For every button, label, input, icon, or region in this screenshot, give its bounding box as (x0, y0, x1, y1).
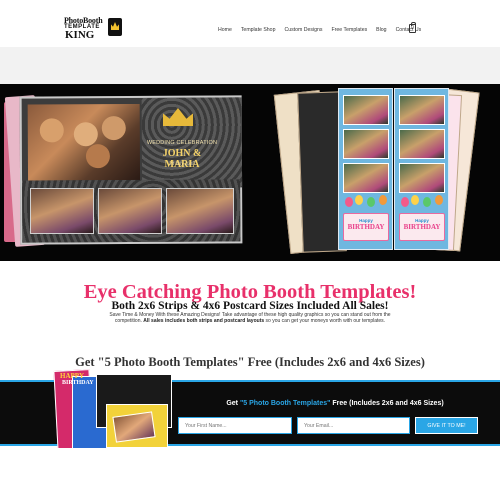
promo-happy: HAPPY (60, 372, 85, 380)
header-spacer (0, 47, 500, 84)
birthday-card: Happy BIRTHDAY (343, 213, 389, 241)
birthday-strip: Happy BIRTHDAY (394, 88, 449, 250)
optin-title-highlight: "5 Photo Booth Templates" (239, 400, 331, 407)
site-header: PhotoBooth TEMPLATE KING Home Template S… (0, 0, 500, 47)
crown-logo-icon (108, 18, 122, 36)
balloon-icon (423, 197, 431, 207)
strip-photo (343, 129, 389, 159)
strip-photo (343, 163, 389, 193)
submit-button[interactable]: GIVE IT TO ME! (415, 417, 478, 434)
balloon-icon (401, 197, 409, 207)
postcard-photo (30, 188, 94, 234)
page-footer-space (0, 448, 500, 500)
first-name-input[interactable] (178, 417, 292, 434)
postcard-event: WEDDING CELEBRATION (146, 140, 218, 146)
optin-title-post: Free (Includes 2x6 and 4x6 Sizes) (330, 400, 444, 407)
cart-icon[interactable]: 0 (409, 22, 416, 33)
sub-headline: Both 2x6 Strips & 4x6 Postcard Sizes Inc… (111, 300, 389, 312)
balloon-icon (379, 195, 387, 205)
balloon-icon (367, 197, 375, 207)
nav-item-template-shop[interactable]: Template Shop (241, 27, 276, 33)
strip-photo (399, 129, 445, 159)
balloon-icon (411, 195, 419, 205)
nav-item-home[interactable]: Home (218, 27, 232, 33)
postcard-date: 24 July 2015 (169, 162, 195, 167)
strip-photo (399, 95, 445, 125)
nav-item-blog[interactable]: Blog (376, 27, 386, 33)
balloon-icon (435, 195, 443, 205)
main-nav: Home Template Shop Custom Designs Free T… (218, 27, 430, 33)
birthday-card: Happy BIRTHDAY (399, 213, 445, 241)
postcard-photo (166, 188, 234, 234)
nav-item-custom-designs[interactable]: Custom Designs (284, 27, 322, 33)
strip-photo (399, 163, 445, 193)
site-logo[interactable]: PhotoBooth TEMPLATE KING (64, 16, 122, 42)
description-text: Save Time & Money With these Amazing Des… (100, 312, 400, 325)
birthday-card-title: BIRTHDAY (347, 223, 385, 231)
birthday-card-title: BIRTHDAY (403, 223, 441, 231)
strip-photo (343, 95, 389, 125)
birthday-strip: Happy BIRTHDAY (338, 88, 393, 250)
description-bold: All sales includes both strips and postc… (143, 318, 265, 325)
promo-photo (112, 411, 156, 443)
logo-line-3: KING (65, 29, 95, 41)
nav-item-free-templates[interactable]: Free Templates (332, 27, 368, 33)
email-input[interactable] (297, 417, 410, 434)
balloon-icon (355, 195, 363, 205)
photo-strip-stack: Happy BIRTHDAY Happy BIRTHDAY (273, 84, 480, 254)
postcard-main-photo (27, 103, 141, 181)
optin-title-pre: Get (226, 400, 240, 407)
description-part-2: so you can get your moneys worth with ou… (265, 318, 386, 325)
postcard-photo (98, 188, 162, 234)
balloon-icon (345, 197, 353, 207)
optin-title: Get "5 Photo Booth Templates" Free (Incl… (150, 400, 500, 407)
promo-birthday: BIRTHDAY (62, 380, 94, 386)
